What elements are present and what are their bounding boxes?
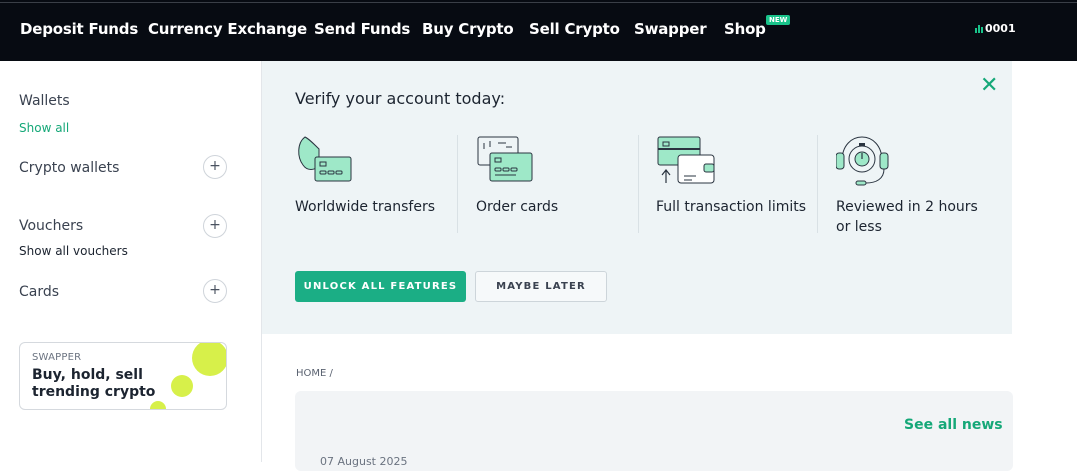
plus-icon: + — [209, 282, 221, 298]
cards-label: Cards — [19, 284, 60, 300]
top-navigation: Deposit Funds Currency Exchange Send Fun… — [0, 0, 1077, 61]
see-all-news-link[interactable]: See all news — [904, 417, 1003, 433]
add-voucher-button[interactable]: + — [203, 214, 227, 238]
feature-full-transaction-limits: Full transaction limits — [656, 135, 806, 235]
cards-wallet-icon — [657, 136, 715, 184]
swapper-promo-card[interactable]: SWAPPER Buy, hold, sell trending crypto — [19, 342, 227, 410]
breadcrumb[interactable]: HOME / — [296, 368, 333, 379]
account-number[interactable]: 0001 — [975, 22, 1016, 35]
nav-buy-crypto[interactable]: Buy Crypto — [422, 20, 514, 38]
plus-icon: + — [209, 217, 221, 233]
feature-review-time: Reviewed in 2 hours or less — [836, 135, 986, 235]
feature-label: Full transaction limits — [656, 199, 807, 215]
feature-label: Worldwide transfers — [295, 199, 435, 215]
nav-shop[interactable]: Shop — [724, 20, 766, 38]
unlock-all-features-button[interactable]: UNLOCK ALL FEATURES — [295, 271, 466, 302]
headset-timer-icon — [836, 136, 889, 186]
feature-label: Reviewed in 2 hours or less — [836, 199, 978, 235]
bar-chart-icon — [975, 24, 983, 33]
nav-send-funds[interactable]: Send Funds — [314, 20, 410, 38]
account-number-value: 0001 — [985, 22, 1016, 35]
globe-card-icon — [298, 136, 352, 182]
feature-worldwide-transfers: Worldwide transfers — [295, 135, 445, 235]
feature-divider — [457, 135, 458, 233]
add-crypto-wallet-button[interactable]: + — [203, 155, 227, 179]
show-all-vouchers-link[interactable]: Show all vouchers — [19, 244, 128, 258]
maybe-later-button[interactable]: MAYBE LATER — [475, 271, 607, 302]
new-badge: NEW — [766, 15, 791, 25]
promo-kicker: SWAPPER — [32, 352, 82, 363]
verify-account-banner: Verify your account today: ✕ Worldwide t… — [262, 61, 1012, 334]
vouchers-label: Vouchers — [19, 218, 84, 234]
top-divider — [0, 2, 1077, 3]
nav-swapper[interactable]: Swapper — [634, 20, 707, 38]
feature-order-cards: Order cards — [476, 135, 626, 235]
nav-currency-exchange[interactable]: Currency Exchange — [148, 20, 307, 38]
feature-divider — [638, 135, 639, 233]
decorative-dot — [192, 343, 226, 376]
promo-title: Buy, hold, sell trending crypto — [32, 367, 156, 400]
decorative-dot — [150, 401, 166, 409]
nav-sell-crypto[interactable]: Sell Crypto — [529, 20, 620, 38]
show-all-link[interactable]: Show all — [19, 121, 69, 135]
nav-deposit-funds[interactable]: Deposit Funds — [20, 20, 138, 38]
close-icon[interactable]: ✕ — [980, 73, 998, 98]
card-order-icon — [477, 136, 533, 182]
news-section: See all news 07 August 2025 — [295, 391, 1013, 471]
add-card-button[interactable]: + — [203, 279, 227, 303]
plus-icon: + — [209, 158, 221, 174]
crypto-wallets-label: Crypto wallets — [19, 160, 120, 176]
decorative-dot — [171, 375, 193, 397]
sidebar: Wallets Show all Crypto wallets + Vouche… — [0, 61, 262, 462]
feature-divider — [817, 135, 818, 233]
wallets-label: Wallets — [19, 93, 70, 109]
feature-label: Order cards — [476, 199, 559, 215]
verify-title: Verify your account today: — [295, 89, 506, 108]
